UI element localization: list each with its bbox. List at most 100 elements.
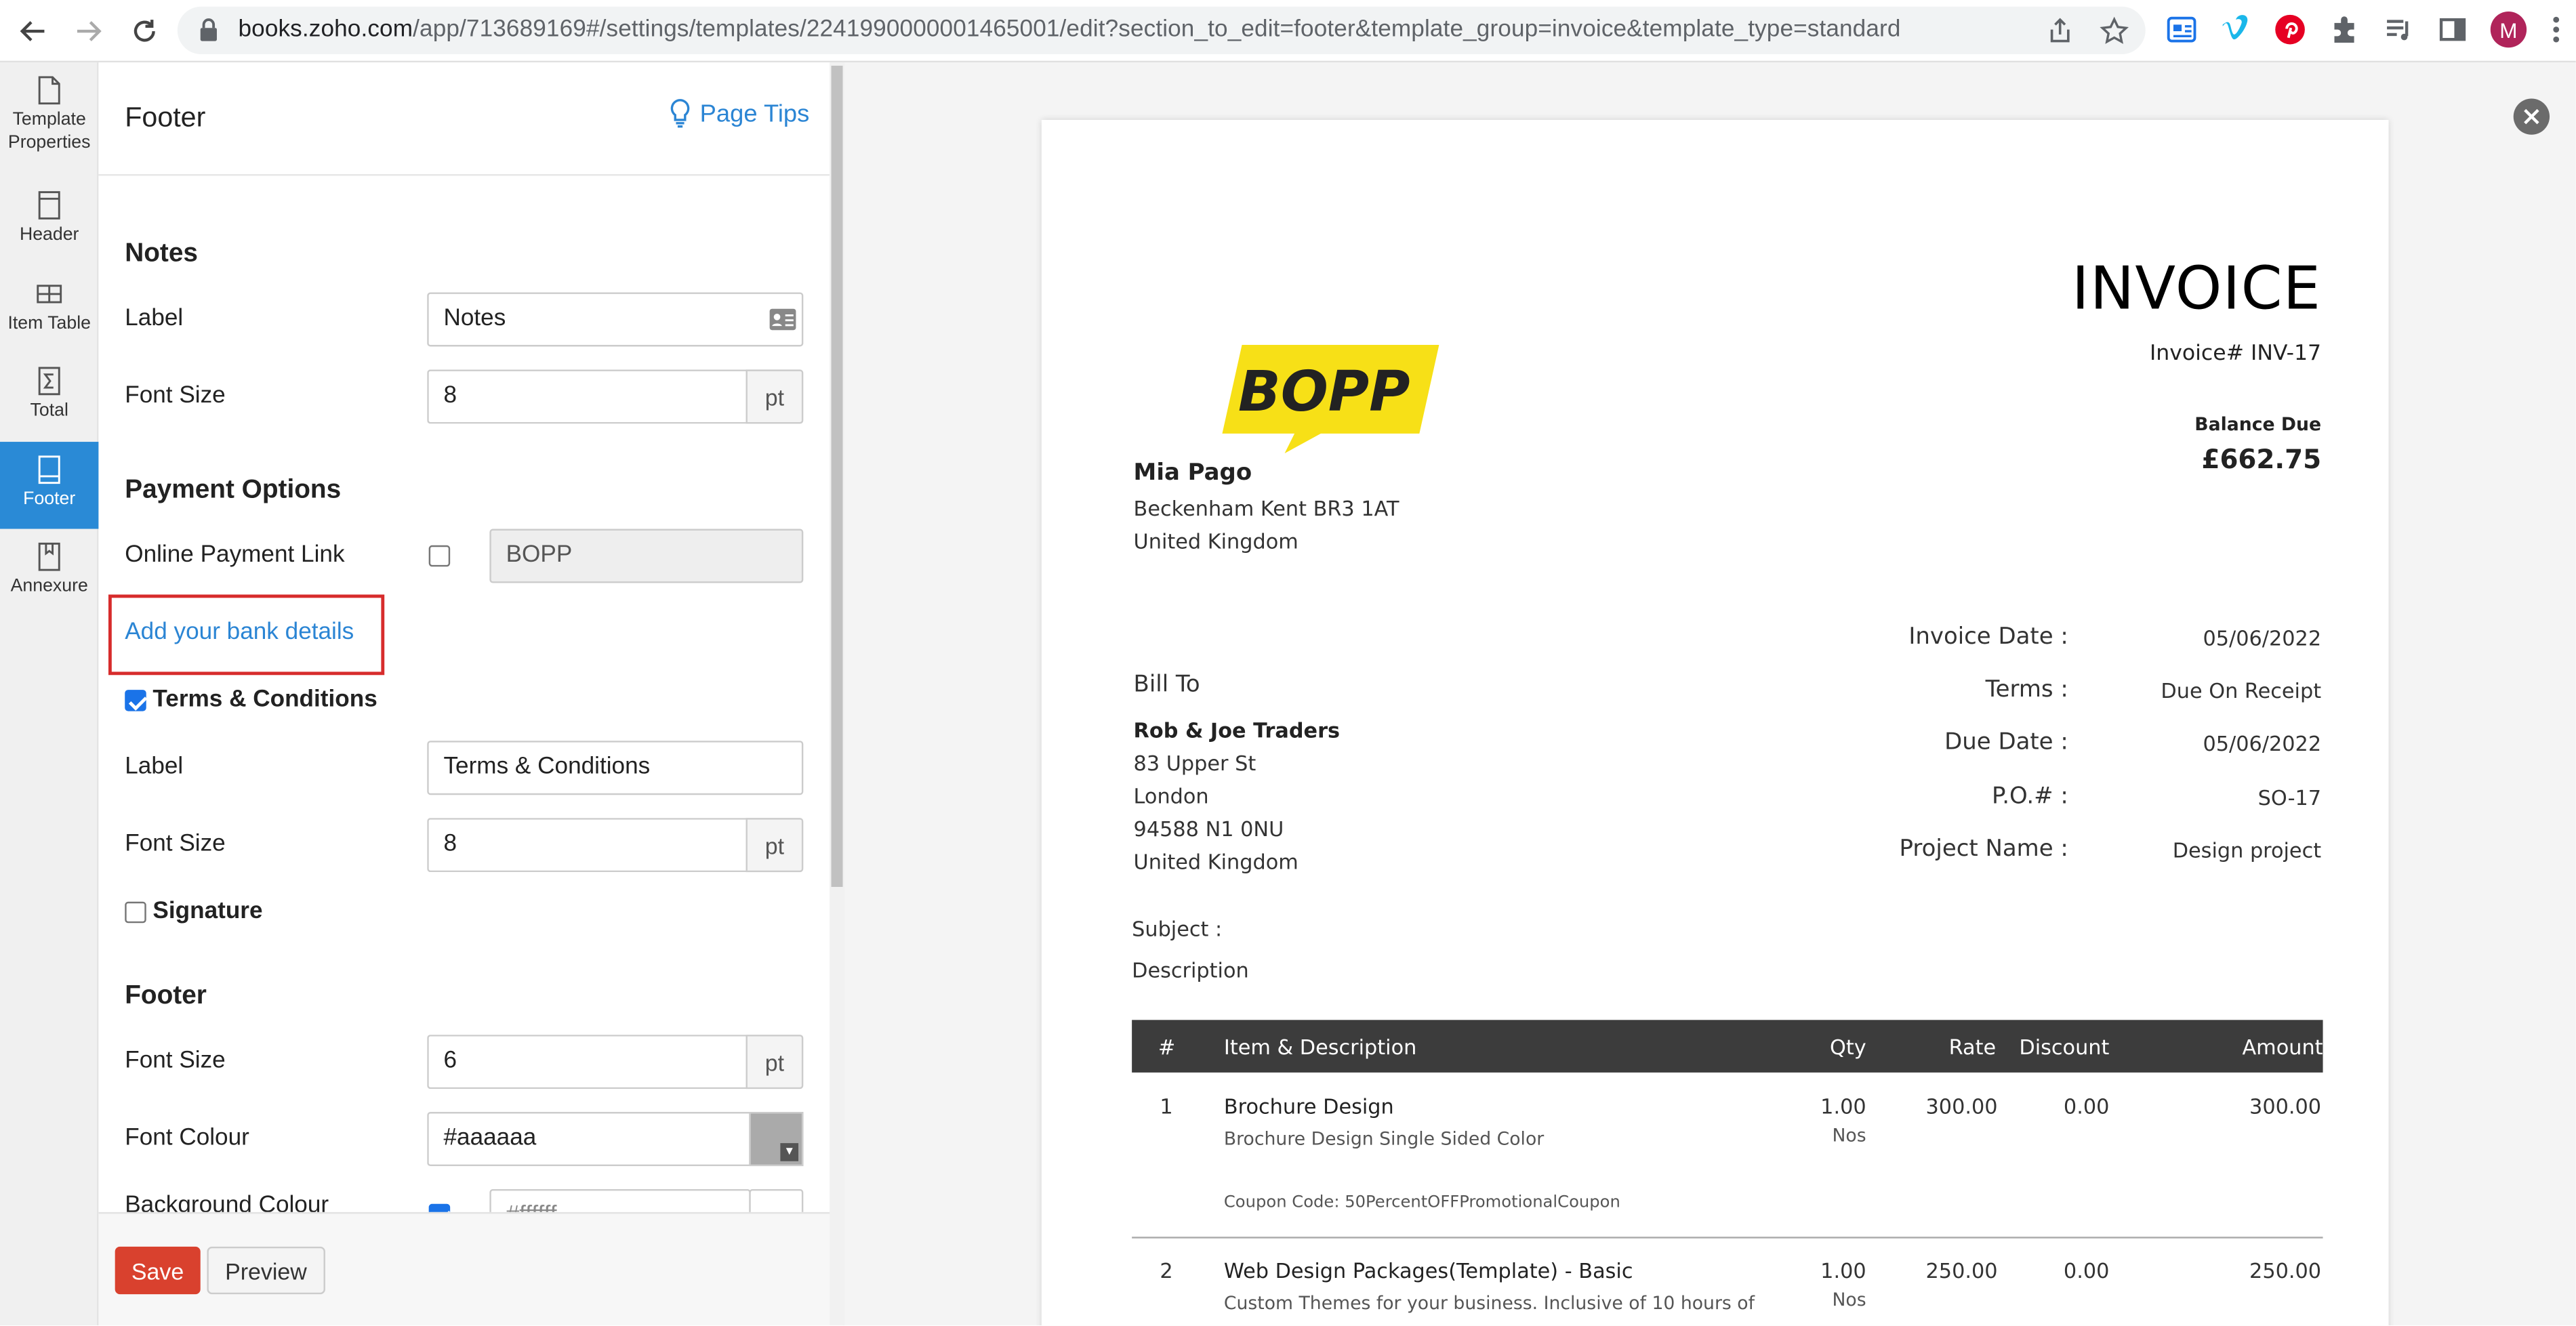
- row-discount: 0.00: [2063, 1258, 2110, 1283]
- row-amount: 250.00: [2249, 1258, 2322, 1283]
- online-payment-input[interactable]: BOPP: [489, 529, 804, 583]
- rail-item-item-table[interactable]: Item Table: [0, 279, 98, 345]
- notes-font-size-input[interactable]: 8: [427, 369, 746, 424]
- col-item: Item & Description: [1223, 1035, 1417, 1060]
- description-label: Description: [1132, 957, 1249, 982]
- scrollbar-thumb[interactable]: [831, 65, 843, 887]
- rail-item-template-properties[interactable]: Template Properties: [0, 76, 98, 165]
- meta-label: P.O.# :: [1992, 783, 2068, 810]
- notes-font-size-unit: pt: [745, 369, 804, 424]
- meta-value: Due On Receipt: [2161, 678, 2322, 703]
- footer-font-size-input[interactable]: 6: [427, 1035, 746, 1090]
- rail-label: Properties: [7, 132, 91, 152]
- font-colour-input[interactable]: #aaaaaa: [427, 1112, 750, 1167]
- col-rate: Rate: [1948, 1035, 1997, 1060]
- terms-checkbox-label: Terms & Conditions: [152, 686, 377, 713]
- col-qty: Qty: [1829, 1035, 1866, 1060]
- pinterest-icon[interactable]: [2272, 12, 2308, 47]
- row-unit: Nos: [1832, 1289, 1866, 1311]
- terms-checkbox[interactable]: [125, 690, 146, 711]
- add-bank-details-link[interactable]: Add your bank details: [125, 619, 354, 646]
- rail-label: Header: [19, 225, 79, 245]
- extensions-puzzle-icon[interactable]: [2326, 12, 2362, 47]
- terms-font-size-unit: pt: [745, 818, 804, 873]
- meta-value: SO-17: [2257, 785, 2322, 810]
- close-preview-button[interactable]: [2513, 98, 2550, 135]
- contact-card-icon[interactable]: [769, 307, 796, 331]
- background-colour-input[interactable]: #ffffff: [489, 1188, 751, 1212]
- back-button[interactable]: [12, 10, 54, 53]
- page-icon: [38, 76, 60, 105]
- address-bar[interactable]: books.zoho.com/app/713689169#/settings/t…: [177, 6, 2146, 54]
- bill-to-line: 83 Upper St: [1133, 750, 1256, 776]
- app-root: books.zoho.com/app/713689169#/settings/t…: [0, 0, 2576, 1326]
- arrow-left-icon: [20, 21, 45, 41]
- page-tips-label: Page Tips: [699, 99, 810, 127]
- row-divider: [1132, 1237, 2323, 1239]
- meta-value: Design project: [2172, 837, 2322, 863]
- panel-title: Footer: [125, 102, 206, 133]
- background-colour-checkbox[interactable]: [428, 1203, 451, 1212]
- kebab-menu-icon[interactable]: [2546, 13, 2566, 45]
- footer-font-size-caption: Font Size: [125, 1048, 226, 1075]
- bill-to-line: 94588 N1 0NU: [1133, 816, 1284, 842]
- background-colour-swatch[interactable]: [749, 1188, 804, 1212]
- from-name: Mia Pago: [1133, 459, 1252, 486]
- row-rate: 250.00: [1925, 1258, 1998, 1283]
- terms-label-input[interactable]: Terms & Conditions: [427, 741, 804, 795]
- rail-item-total[interactable]: Total: [0, 367, 98, 432]
- from-address-line: United Kingdom: [1133, 529, 1299, 554]
- payment-section-title: Payment Options: [125, 476, 342, 505]
- save-button[interactable]: Save: [115, 1246, 201, 1295]
- invoice-number: Invoice# INV-17: [2149, 341, 2322, 367]
- reload-icon: [134, 20, 155, 42]
- section-rail: Template Properties Header Item Table To…: [0, 62, 99, 1326]
- page-tips-link[interactable]: Page Tips: [669, 98, 810, 128]
- meta-value: 05/06/2022: [2203, 730, 2322, 756]
- vimeo-icon[interactable]: [2217, 12, 2253, 47]
- reload-button[interactable]: [123, 10, 166, 53]
- col-num: #: [1158, 1035, 1176, 1060]
- row-rate: 300.00: [1925, 1094, 1998, 1119]
- meta-label: Invoice Date :: [1908, 624, 2068, 650]
- media-queue-icon[interactable]: [2380, 12, 2416, 47]
- preview-button[interactable]: Preview: [207, 1246, 325, 1295]
- bill-to-name: Rob & Joe Traders: [1133, 718, 1341, 743]
- terms-font-size-input[interactable]: 8: [427, 818, 746, 873]
- row-qty: 1.00: [1820, 1094, 1866, 1119]
- rail-item-footer[interactable]: Footer: [0, 442, 99, 529]
- panel-header: Footer Page Tips: [98, 62, 830, 176]
- online-payment-checkbox[interactable]: [428, 545, 451, 567]
- background-colour-caption: Background Colour: [125, 1192, 329, 1212]
- news-extension-icon[interactable]: [2163, 12, 2199, 47]
- share-icon[interactable]: [2043, 15, 2076, 47]
- profile-avatar[interactable]: M: [2490, 11, 2527, 48]
- notes-section-title: Notes: [125, 239, 198, 268]
- lock-icon: [200, 18, 217, 41]
- row-discount: 0.00: [2063, 1094, 2110, 1119]
- row-desc: Brochure Design Single Sided Color: [1223, 1128, 1545, 1150]
- notes-label-input[interactable]: Notes: [427, 292, 804, 347]
- side-panel-icon[interactable]: [2434, 12, 2470, 47]
- notes-font-size-caption: Font Size: [125, 382, 226, 409]
- notes-label-value: Notes: [443, 305, 506, 332]
- notes-label-caption: Label: [125, 305, 184, 332]
- bill-to-line: United Kingdom: [1133, 849, 1299, 874]
- rail-item-header[interactable]: Header: [0, 190, 98, 256]
- panel-scrollbar[interactable]: [830, 62, 844, 1326]
- bookmark-star-icon[interactable]: [2098, 15, 2130, 47]
- close-icon: [2524, 108, 2539, 125]
- meta-label: Due Date :: [1944, 729, 2068, 756]
- row-unit: Nos: [1832, 1125, 1866, 1146]
- font-colour-caption: Font Colour: [125, 1125, 249, 1152]
- font-colour-swatch[interactable]: ▼: [749, 1112, 804, 1167]
- terms-label-caption: Label: [125, 753, 184, 781]
- signature-checkbox[interactable]: [125, 901, 146, 924]
- row-desc: Custom Themes for your business. Inclusi…: [1223, 1292, 1755, 1314]
- header-icon: [38, 191, 60, 220]
- company-logo: BOPP: [1222, 345, 1439, 454]
- forward-button[interactable]: [67, 10, 110, 53]
- footer-icon: [38, 455, 60, 484]
- balance-due-value: £662.75: [2201, 443, 2322, 475]
- rail-item-annexure[interactable]: Annexure: [0, 542, 98, 608]
